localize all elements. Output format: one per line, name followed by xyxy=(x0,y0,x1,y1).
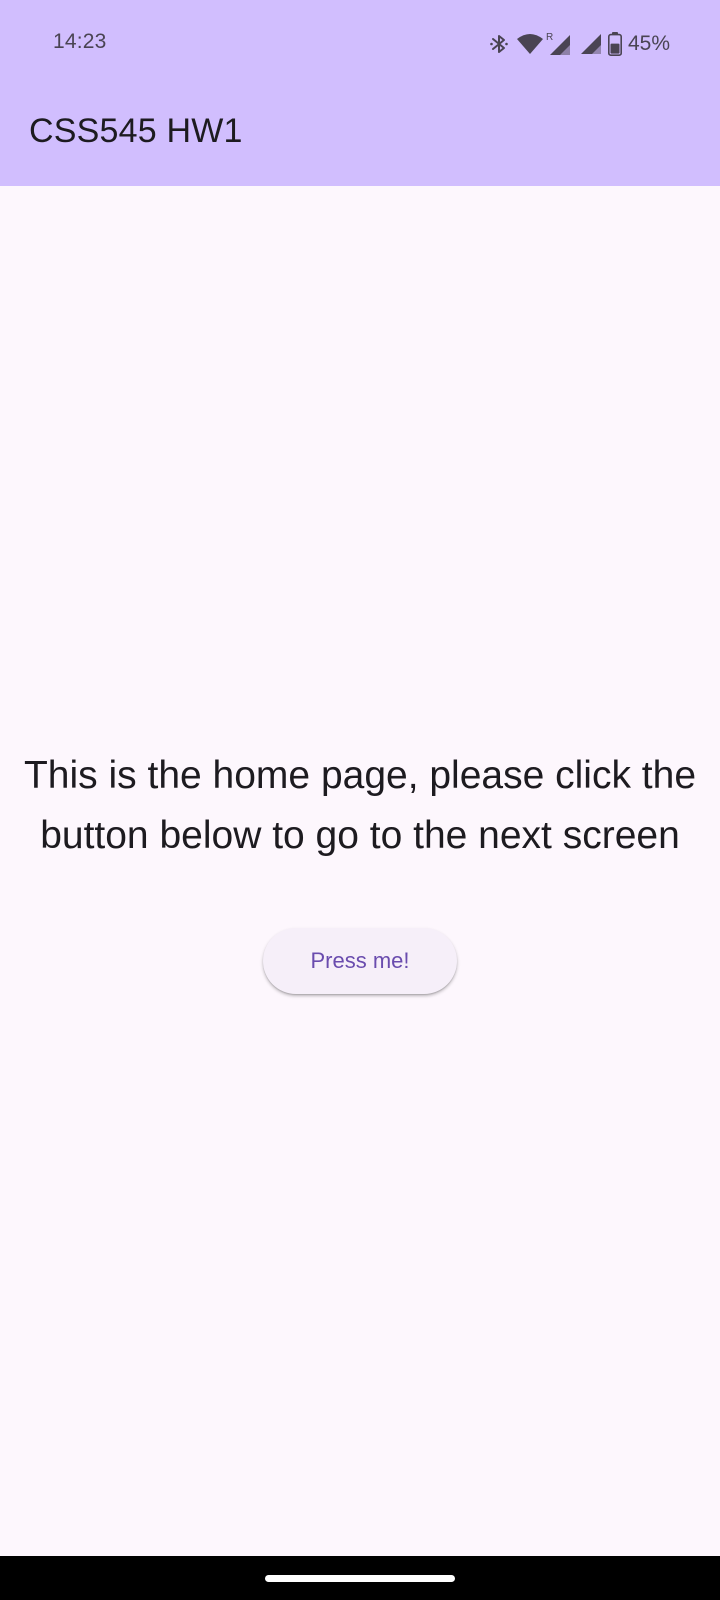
main-content: This is the home page, please click the … xyxy=(0,186,720,1556)
svg-text:R: R xyxy=(546,32,553,43)
signal-icon xyxy=(580,33,602,55)
bluetooth-icon xyxy=(490,32,508,56)
app-header: 14:23 R 45% CSS545 HW1 xyxy=(0,0,720,186)
signal-roaming-icon: R xyxy=(546,31,576,57)
press-me-button[interactable]: Press me! xyxy=(263,928,457,994)
wifi-icon xyxy=(516,33,544,55)
status-bar: 14:23 R 45% xyxy=(0,0,720,88)
home-gesture-handle[interactable] xyxy=(265,1575,455,1582)
app-title: CSS545 HW1 xyxy=(29,112,243,150)
home-message: This is the home page, please click the … xyxy=(23,754,697,857)
battery-icon xyxy=(607,32,622,56)
status-time: 14:23 xyxy=(53,30,107,53)
battery-percent: 45% xyxy=(627,32,670,55)
status-icons: R 45% xyxy=(490,30,670,58)
